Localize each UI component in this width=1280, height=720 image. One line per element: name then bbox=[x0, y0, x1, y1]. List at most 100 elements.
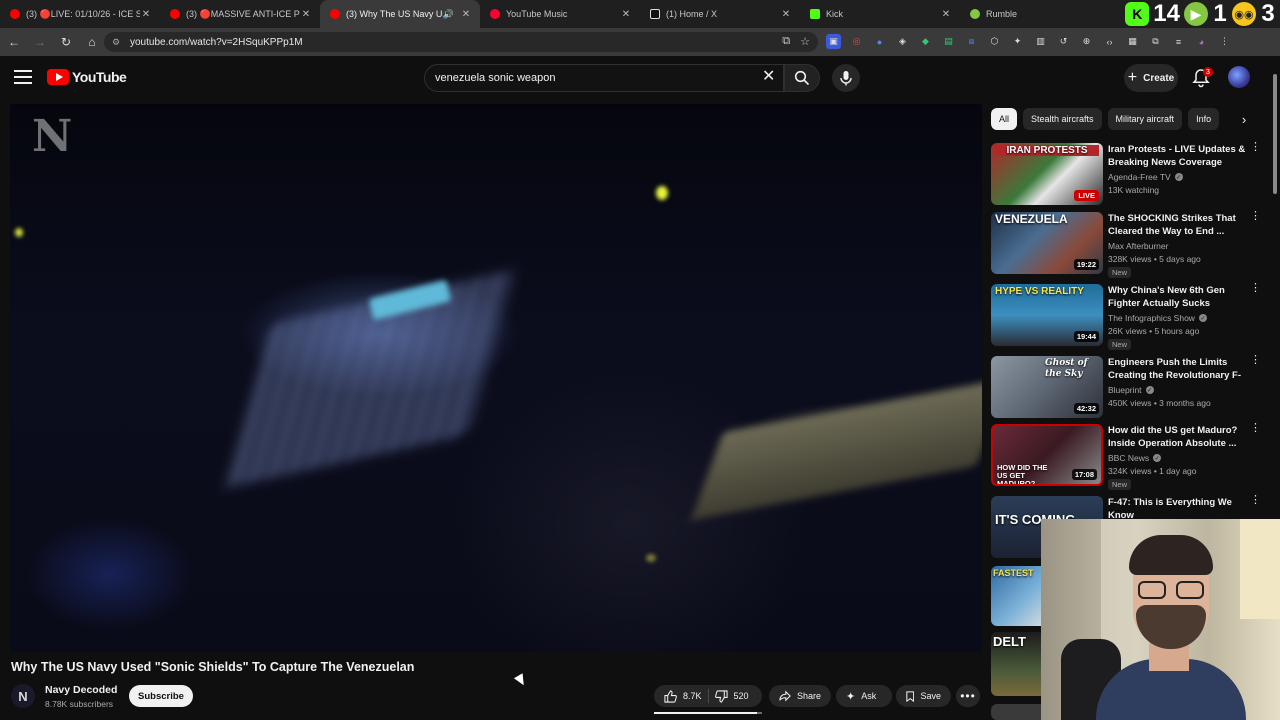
screenshot-icon[interactable]: ⧉ bbox=[1148, 34, 1163, 49]
more-actions-button[interactable]: ••• bbox=[956, 685, 980, 707]
extension-icon[interactable]: ▦ bbox=[1125, 34, 1140, 49]
extension-icon[interactable]: ▤ bbox=[941, 34, 956, 49]
recommendation-title[interactable]: How did the US get Maduro? Inside Operat… bbox=[1108, 424, 1246, 450]
install-icon[interactable]: ⧉ bbox=[782, 35, 790, 48]
close-icon[interactable]: ✕ bbox=[780, 9, 792, 20]
back-icon[interactable]: ← bbox=[2, 30, 26, 54]
extension-icon[interactable]: ≡ bbox=[1171, 34, 1186, 49]
browser-tab[interactable]: Kick ✕ bbox=[800, 0, 960, 28]
kick-favicon-icon bbox=[810, 9, 820, 19]
extension-icon[interactable]: ● bbox=[872, 34, 887, 49]
browser-toolbar: ← → ↻ ⌂ ⚙ youtube.com/watch?v=2HSquKPPp1… bbox=[0, 28, 1280, 56]
video-thumbnail[interactable]: VENEZUELA 19:22 bbox=[991, 212, 1103, 274]
speaker-icon[interactable]: 🔊 bbox=[443, 9, 454, 20]
chip-military-aircraft[interactable]: Military aircraft bbox=[1107, 108, 1183, 130]
browser-tab[interactable]: Rumble bbox=[960, 0, 1080, 28]
recommendation-channel[interactable]: The Infographics Show ✓ bbox=[1108, 313, 1207, 323]
address-bar[interactable]: ⚙ youtube.com/watch?v=2HSquKPPp1M ⧉ ☆ bbox=[104, 32, 818, 52]
ask-button[interactable]: ✦ Ask bbox=[836, 685, 892, 707]
channel-avatar[interactable]: N bbox=[11, 684, 35, 708]
profile-icon[interactable]: ◕ bbox=[1194, 34, 1209, 49]
recommendation-channel[interactable]: BBC News ✓ bbox=[1108, 453, 1162, 463]
browser-tab[interactable]: (1) Home / X ✕ bbox=[640, 0, 800, 28]
forward-icon[interactable]: → bbox=[28, 30, 52, 54]
extensions-puzzle-icon[interactable]: ✦ bbox=[1010, 34, 1025, 49]
save-button[interactable]: Save bbox=[896, 685, 951, 707]
more-vertical-icon[interactable]: ⋮ bbox=[1250, 283, 1261, 294]
voice-search-button[interactable] bbox=[832, 64, 860, 92]
recommendation-item[interactable]: Ghost of the Sky 42:32 Engineers Push th… bbox=[991, 355, 1261, 420]
video-thumbnail[interactable] bbox=[991, 704, 1041, 720]
scrollbar[interactable] bbox=[1270, 60, 1280, 720]
recommendation-item[interactable]: HOW DID THE US GET MADURO? 17:08 How did… bbox=[991, 423, 1261, 490]
video-thumbnail[interactable]: DELT bbox=[991, 632, 1041, 696]
dislike-button[interactable]: 520 bbox=[714, 689, 749, 703]
extension-icon[interactable]: ◎ bbox=[849, 34, 864, 49]
recommendation-meta: 324K views • 1 day ago bbox=[1108, 466, 1197, 476]
like-button[interactable]: 8.7K bbox=[664, 689, 702, 703]
chip-all[interactable]: All bbox=[991, 108, 1018, 130]
video-thumbnail[interactable]: FASTEST bbox=[991, 566, 1041, 626]
more-vertical-icon[interactable]: ⋮ bbox=[1250, 142, 1261, 153]
devtools-icon[interactable]: ‹› bbox=[1102, 34, 1117, 49]
extension-icon[interactable]: ◆ bbox=[918, 34, 933, 49]
more-vertical-icon[interactable]: ⋮ bbox=[1250, 423, 1261, 434]
recommendation-channel[interactable]: Blueprint ✓ bbox=[1108, 385, 1154, 395]
youtube-favicon-icon bbox=[330, 9, 340, 19]
browser-tab-active[interactable]: (3) Why The US Navy Used 🔊 ✕ bbox=[320, 0, 480, 28]
video-thumbnail[interactable]: HOW DID THE US GET MADURO? 17:08 bbox=[991, 424, 1103, 486]
reload-icon[interactable]: ↻ bbox=[54, 30, 78, 54]
channel-watermark-icon[interactable]: N bbox=[32, 115, 76, 159]
history-icon[interactable]: ↺ bbox=[1056, 34, 1071, 49]
recommendation-item[interactable]: IRAN PROTESTS LIVE Iran Protests - LIVE … bbox=[991, 142, 1261, 207]
recommendation-item[interactable]: VENEZUELA 19:22 The SHOCKING Strikes Tha… bbox=[991, 211, 1261, 278]
recommendation-title[interactable]: Engineers Push the Limits Creating the R… bbox=[1108, 356, 1246, 383]
menu-kebab-icon[interactable]: ⋮ bbox=[1217, 34, 1232, 49]
extension-icon[interactable]: ◈ bbox=[895, 34, 910, 49]
video-thumbnail[interactable]: IRAN PROTESTS LIVE bbox=[991, 143, 1103, 205]
recommendation-title[interactable]: Why China's New 6th Gen Fighter Actually… bbox=[1108, 284, 1246, 310]
search-input[interactable]: venezuela sonic weapon bbox=[424, 64, 784, 92]
youtube-logo[interactable]: YouTube bbox=[47, 69, 127, 85]
menu-hamburger-icon[interactable] bbox=[14, 70, 32, 84]
recommendation-channel[interactable]: Agenda-Free TV ✓ bbox=[1108, 172, 1183, 182]
more-vertical-icon[interactable]: ⋮ bbox=[1250, 211, 1261, 222]
home-icon[interactable]: ⌂ bbox=[80, 30, 104, 54]
clear-search-icon[interactable]: ✕ bbox=[762, 67, 775, 87]
browser-tab[interactable]: YouTube Music ✕ bbox=[480, 0, 640, 28]
create-button[interactable]: + Create bbox=[1124, 64, 1178, 92]
extension-icon[interactable]: ⬡ bbox=[987, 34, 1002, 49]
extension-icon[interactable]: ▥ bbox=[1033, 34, 1048, 49]
account-avatar[interactable] bbox=[1228, 66, 1250, 88]
recommendation-item[interactable]: HYPE VS REALITY 19:44 Why China's New 6t… bbox=[991, 283, 1261, 350]
close-icon[interactable]: ✕ bbox=[940, 9, 952, 20]
extension-icon[interactable]: ⧈ bbox=[964, 34, 979, 49]
chip-stealth-aircrafts[interactable]: Stealth aircrafts bbox=[1023, 108, 1102, 130]
subscribe-button[interactable]: Subscribe bbox=[129, 685, 193, 707]
close-icon[interactable]: ✕ bbox=[620, 9, 632, 20]
search-button[interactable] bbox=[784, 64, 820, 92]
site-info-icon[interactable]: ⚙ bbox=[112, 37, 122, 47]
chevron-right-icon[interactable]: › bbox=[1236, 110, 1252, 128]
bookmark-star-icon[interactable]: ☆ bbox=[800, 35, 810, 48]
more-vertical-icon[interactable]: ⋮ bbox=[1250, 355, 1261, 366]
share-button[interactable]: Share bbox=[769, 685, 831, 707]
chip-info[interactable]: Info bbox=[1188, 108, 1220, 130]
scrollbar-thumb[interactable] bbox=[1273, 74, 1277, 194]
bookmark-icon bbox=[906, 690, 915, 702]
recommendation-title[interactable]: Iran Protests - LIVE Updates & Breaking … bbox=[1108, 143, 1246, 169]
channel-name[interactable]: Navy Decoded bbox=[45, 684, 117, 696]
video-thumbnail[interactable]: HYPE VS REALITY 19:44 bbox=[991, 284, 1103, 346]
extension-icon[interactable]: ▣ bbox=[826, 34, 841, 49]
video-player[interactable]: N bbox=[10, 104, 982, 652]
close-icon[interactable]: ✕ bbox=[460, 9, 472, 20]
video-thumbnail[interactable]: Ghost of the Sky 42:32 bbox=[991, 356, 1103, 418]
recommendation-title[interactable]: The SHOCKING Strikes That Cleared the Wa… bbox=[1108, 212, 1246, 238]
close-icon[interactable]: ✕ bbox=[300, 9, 312, 20]
browser-tab[interactable]: (3) 🔴LIVE: 01/10/26 - ICE Sho ✕ bbox=[0, 0, 160, 28]
extension-icon[interactable]: ⊕ bbox=[1079, 34, 1094, 49]
more-vertical-icon[interactable]: ⋮ bbox=[1250, 495, 1261, 506]
recommendation-channel[interactable]: Max Afterburner bbox=[1108, 241, 1168, 251]
browser-tab[interactable]: (3) 🔴MASSIVE ANTI-ICE PROT ✕ bbox=[160, 0, 320, 28]
close-icon[interactable]: ✕ bbox=[140, 9, 152, 20]
